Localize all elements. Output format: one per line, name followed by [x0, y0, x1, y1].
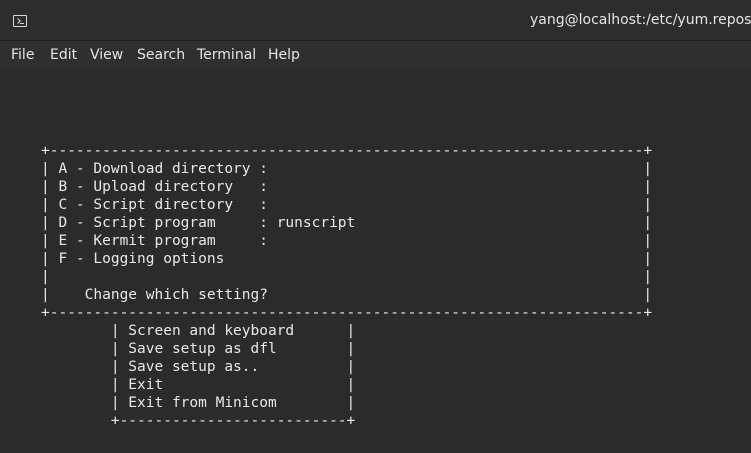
menu-view[interactable]: View [90, 47, 123, 63]
menu-bar: File Edit View Search Terminal Help [0, 41, 751, 69]
menu-file[interactable]: File [11, 47, 34, 63]
window-title: yang@localhost:/etc/yum.repos.d [530, 12, 751, 28]
menu-edit[interactable]: Edit [50, 47, 77, 63]
option-upload-directory: | B - Upload directory : | [41, 179, 653, 195]
box-bottom-border: +---------------------------------------… [41, 305, 653, 321]
menu-save-setup-dfl: | Save setup as dfl | [41, 341, 356, 357]
menu-screen-and-keyboard: | Screen and keyboard | [41, 323, 356, 339]
menu-help[interactable]: Help [268, 47, 300, 63]
menu-search[interactable]: Search [137, 47, 185, 63]
option-kermit-program: | E - Kermit program : | [41, 233, 653, 249]
option-script-directory: | C - Script directory : | [41, 197, 653, 213]
menu-exit: | Exit | [41, 377, 356, 393]
option-logging-options: | F - Logging options | [41, 251, 653, 267]
menu-terminal[interactable]: Terminal [197, 47, 256, 63]
terminal-window: yang@localhost:/etc/yum.repos.d File Edi… [0, 0, 751, 453]
option-download-directory: | A - Download directory : | [41, 161, 653, 177]
terminal-icon[interactable] [13, 15, 27, 27]
change-setting-prompt: | Change which setting? | [41, 287, 653, 303]
terminal-area[interactable]: +---------------------------------------… [2, 69, 751, 453]
title-bar[interactable]: yang@localhost:/etc/yum.repos.d [0, 0, 751, 41]
menu-save-setup-as: | Save setup as.. | [41, 359, 356, 375]
option-script-program: | D - Script program : runscript | [41, 215, 653, 231]
menu-box-bottom-border: +--------------------------+ [41, 413, 356, 429]
box-top-border: +---------------------------------------… [41, 143, 653, 159]
menu-exit-from-minicom: | Exit from Minicom | [41, 395, 356, 411]
box-blank-line: | | [41, 269, 653, 285]
